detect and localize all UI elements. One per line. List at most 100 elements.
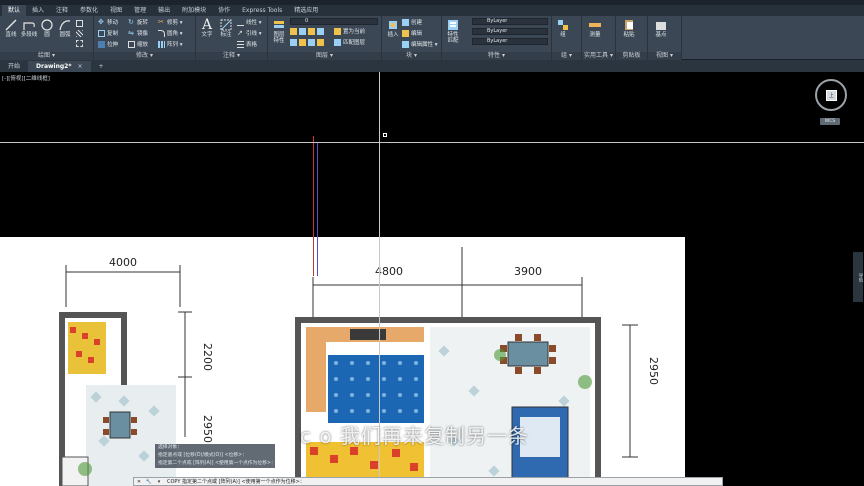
rectangle-button[interactable] <box>76 19 83 27</box>
table-icon <box>237 40 244 48</box>
base-view-label: 基点 <box>655 32 667 38</box>
tab-view[interactable]: 视图 <box>104 5 128 16</box>
layers-panel: 图层 特性 0 置为当前 匹配图层 图层 ▾ <box>268 16 382 60</box>
tab-addins[interactable]: 附加模块 <box>176 5 212 16</box>
dimension-label-6: 2950 <box>647 357 660 385</box>
circle-button[interactable]: 圆 <box>38 18 56 39</box>
text-button[interactable]: A 文字 <box>198 17 216 39</box>
viewcube-top-face[interactable]: 上 <box>826 90 837 101</box>
array-button[interactable]: 阵列 ▾ <box>158 40 183 48</box>
copy-button[interactable]: 复制 <box>98 29 118 37</box>
layer-walk-icon[interactable] <box>290 38 297 46</box>
lineweight-dropdown[interactable]: ByLayer <box>472 38 548 45</box>
mirror-button[interactable]: ⇋ 镜像 <box>128 29 148 37</box>
close-icon[interactable]: ✕ <box>134 478 144 486</box>
clipboard-panel-title[interactable]: 剪贴板 <box>616 52 647 60</box>
linetype-dropdown[interactable]: ByLayer <box>472 28 548 35</box>
groups-panel: 组 组 ▾ <box>552 16 582 60</box>
drawing-canvas[interactable]: [-][俯视][二维线框] 4000 4800 3900 2200 2950 2… <box>0 72 864 486</box>
layer-merge-icon[interactable] <box>299 38 306 46</box>
layer-dropdown[interactable]: 0 <box>290 18 378 25</box>
layers-panel-title[interactable]: 图层 ▾ <box>268 52 381 60</box>
wrench-icon[interactable]: 🔧 <box>144 478 154 486</box>
wcs-menu[interactable]: WCS <box>820 118 840 125</box>
tab-start[interactable]: 开始 <box>0 61 28 72</box>
properties-panel: 特性 匹配 ByLayer ByLayer ByLayer 特性 ▾ <box>442 16 552 60</box>
layer-isolate-icon[interactable] <box>299 27 306 35</box>
viewcube[interactable]: 上 <box>815 79 847 111</box>
stretch-button[interactable]: 拉伸 <box>98 40 118 48</box>
layer-properties-button[interactable]: 图层 特性 <box>270 18 288 44</box>
paste-button[interactable]: 粘贴 <box>620 18 638 39</box>
leader-button[interactable]: ↗ 引线 ▾ <box>237 29 262 37</box>
array-icon <box>158 40 165 48</box>
tab-insert[interactable]: 插入 <box>26 5 50 16</box>
fillet-button[interactable]: 圆角 ▾ <box>158 29 183 37</box>
base-view-button[interactable]: 基点 <box>652 18 670 39</box>
layer-previous-icon[interactable] <box>308 38 315 46</box>
measure-button[interactable]: 测量 <box>586 18 604 39</box>
group-button[interactable]: 组 <box>554 18 572 39</box>
arc-icon <box>58 18 72 32</box>
trim-button[interactable]: ✂ 修剪 ▾ <box>158 18 183 26</box>
line-button[interactable]: 直线 <box>2 18 20 39</box>
command-prompt-text: COPY 指定第二个点或 [阵列(A)] <使用第一个点作为位移>： <box>167 479 305 485</box>
viewport-controls-label[interactable]: [-][俯视][二维线框] <box>2 74 50 82</box>
close-tab-icon[interactable]: × <box>77 63 82 70</box>
table-button[interactable]: 表格 <box>237 40 257 48</box>
view-panel-title[interactable]: 视图 ▾ <box>648 52 681 60</box>
tab-collaborate[interactable]: 协作 <box>212 5 236 16</box>
groups-panel-title[interactable]: 组 ▾ <box>552 52 581 60</box>
move-icon: ✥ <box>98 17 104 26</box>
pickbox-cursor <box>383 133 387 137</box>
navigation-bar[interactable]: 导航 <box>853 252 863 302</box>
insert-button[interactable]: 插入 <box>384 18 402 39</box>
edit-block-button[interactable]: 编辑 <box>402 29 422 37</box>
tab-express-tools[interactable]: Express Tools <box>236 5 288 16</box>
block-panel-title[interactable]: 块 ▾ <box>382 52 441 60</box>
arc-label: 圆弧 <box>59 32 71 38</box>
command-line[interactable]: ✕ 🔧 ▾ COPY 指定第二个点或 [阵列(A)] <使用第一个点作为位移>： <box>133 477 723 486</box>
boundary-button[interactable] <box>76 39 83 47</box>
polyline-button[interactable]: 多段线 <box>20 18 38 39</box>
scale-button[interactable]: 缩放 <box>128 40 148 48</box>
leader-icon: ↗ <box>237 28 243 37</box>
dimension-label-1: 4000 <box>109 256 137 269</box>
mirror-icon: ⇋ <box>128 28 134 37</box>
color-dropdown[interactable]: ByLayer <box>472 18 548 25</box>
rotate-button[interactable]: ↻ 旋转 <box>128 18 148 26</box>
edit-attributes-button[interactable]: 编辑属性 ▾ <box>402 40 438 48</box>
set-current-button[interactable]: 置为当前 <box>334 27 365 35</box>
match-layer-button[interactable]: 匹配图层 <box>334 38 365 46</box>
hatch-button[interactable] <box>76 29 83 37</box>
tab-annotate[interactable]: 注释 <box>50 5 74 16</box>
copied-line-blue[interactable] <box>317 142 318 276</box>
utilities-panel-title[interactable]: 实用工具 ▾ <box>582 52 615 60</box>
command-history-line-2: 指定基点或 [位移(D)/模式(O)] <位移>： <box>158 453 247 458</box>
chevron-down-icon[interactable]: ▾ <box>154 478 164 486</box>
tab-manage[interactable]: 管理 <box>128 5 152 16</box>
tab-default[interactable]: 默认 <box>2 5 27 16</box>
copied-line-red[interactable] <box>313 136 314 276</box>
annotation-panel-title[interactable]: 注释 ▾ <box>196 52 267 60</box>
layer-freeze-icon[interactable] <box>308 27 315 35</box>
move-button[interactable]: ✥ 移动 <box>98 18 118 26</box>
layer-off-icon[interactable] <box>290 27 297 35</box>
tab-output[interactable]: 输出 <box>152 5 176 16</box>
linear-dim-button[interactable]: 线性 ▾ <box>237 18 262 26</box>
new-tab-button[interactable]: + <box>91 61 112 72</box>
match-properties-button[interactable]: 特性 匹配 <box>444 18 462 44</box>
layer-unisolate-icon[interactable] <box>317 38 324 46</box>
tab-drawing2[interactable]: Drawing2* × <box>28 61 91 72</box>
ribbon-tab-row: 默认 插入 注释 参数化 视图 管理 输出 附加模块 协作 Express To… <box>0 5 864 16</box>
dimension-button[interactable]: 标注 <box>217 18 235 39</box>
arc-button[interactable]: 圆弧 <box>56 18 74 39</box>
command-history: 选择对象： 指定基点或 [位移(D)/模式(O)] <位移>： 指定第二个点或 … <box>155 444 275 468</box>
draw-panel-title[interactable]: 绘图 ▾ <box>0 52 93 60</box>
properties-panel-title[interactable]: 特性 ▾ <box>442 52 551 60</box>
modify-panel-title[interactable]: 修改 ▾ <box>94 52 195 60</box>
create-block-button[interactable]: 创建 <box>402 18 422 26</box>
layer-lock-icon[interactable] <box>317 27 324 35</box>
tab-featured-apps[interactable]: 精选应用 <box>288 5 324 16</box>
tab-parametric[interactable]: 参数化 <box>74 5 104 16</box>
